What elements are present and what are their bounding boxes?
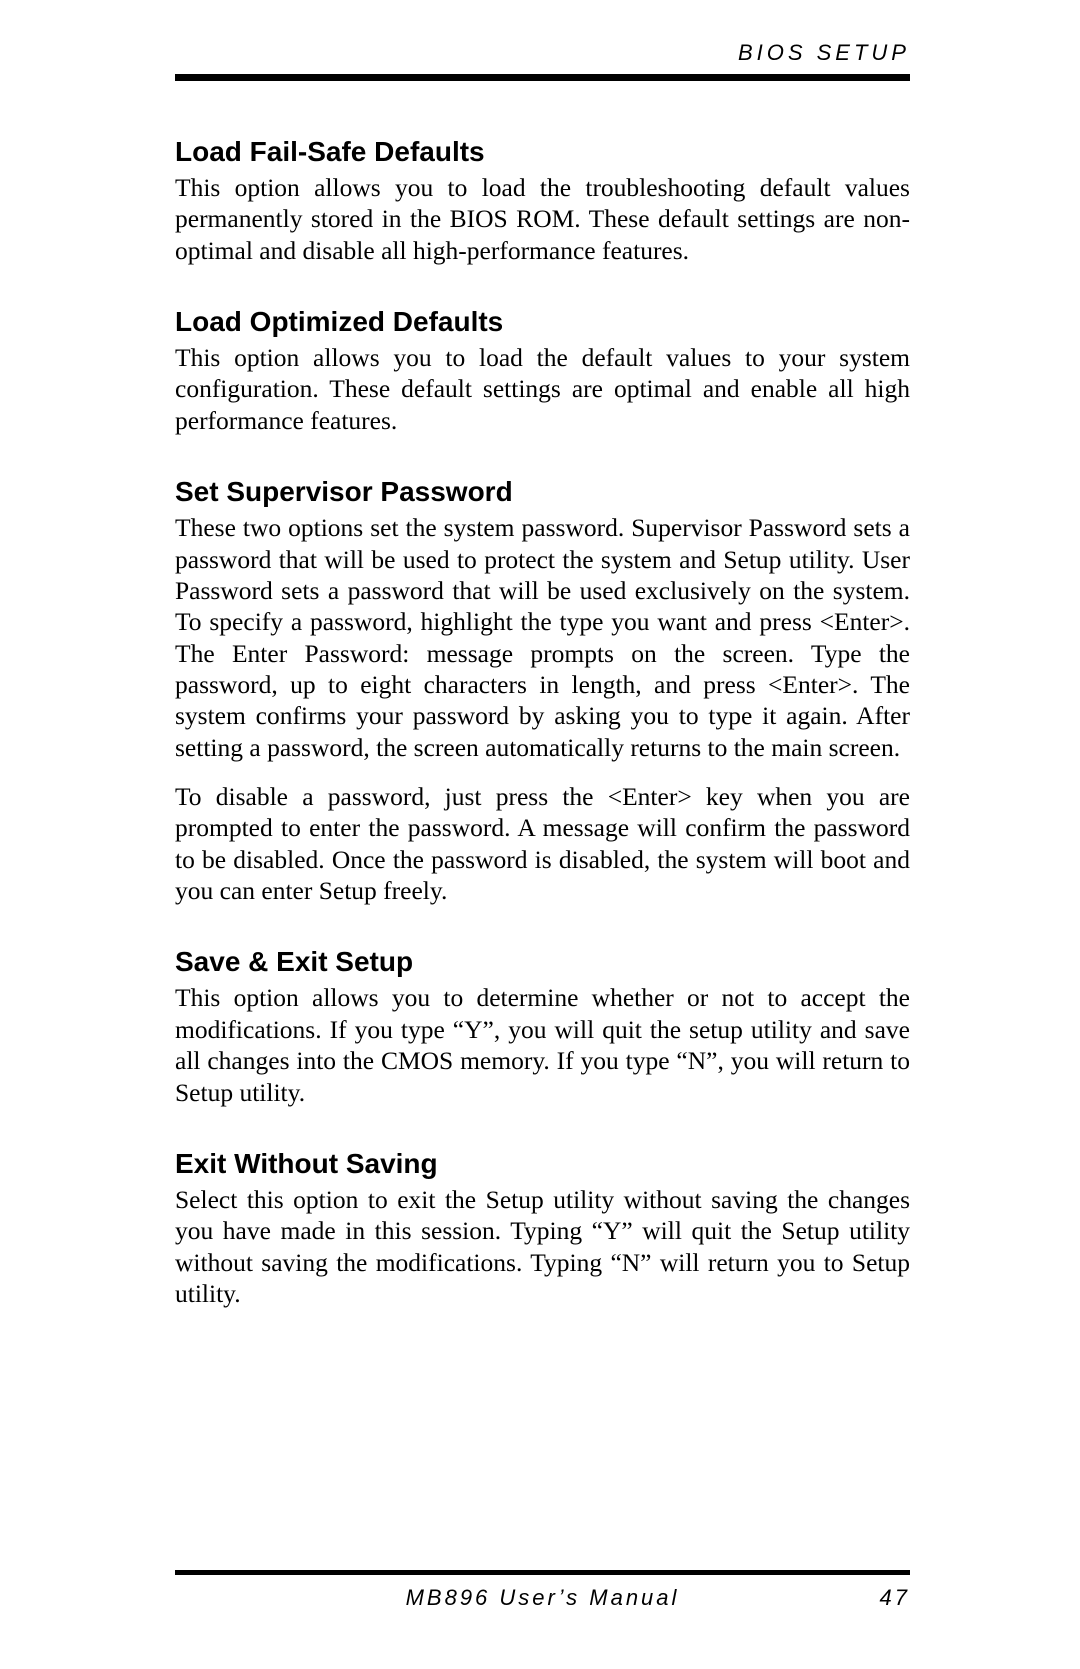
- section-heading: Load Optimized Defaults: [175, 306, 910, 338]
- section-exit-without-saving: Exit Without Saving Select this option t…: [175, 1148, 910, 1309]
- section-heading: Save & Exit Setup: [175, 946, 910, 978]
- body-paragraph: These two options set the system passwor…: [175, 512, 910, 763]
- footer-page-number: 47: [880, 1585, 910, 1611]
- section-heading: Load Fail-Safe Defaults: [175, 136, 910, 168]
- manual-page: BIOS SETUP Load Fail-Safe Defaults This …: [0, 0, 1080, 1669]
- section-set-supervisor-password: Set Supervisor Password These two option…: [175, 476, 910, 906]
- body-paragraph: This option allows you to load the troub…: [175, 172, 910, 266]
- header-title: BIOS SETUP: [175, 40, 910, 66]
- footer-rule: [175, 1570, 910, 1575]
- body-paragraph: This option allows you to determine whet…: [175, 982, 910, 1107]
- body-paragraph: This option allows you to load the defau…: [175, 342, 910, 436]
- body-paragraph: Select this option to exit the Setup uti…: [175, 1184, 910, 1309]
- footer-title: MB896 User’s Manual: [406, 1585, 680, 1610]
- section-save-exit: Save & Exit Setup This option allows you…: [175, 946, 910, 1107]
- section-heading: Set Supervisor Password: [175, 476, 910, 508]
- header-rule: [175, 74, 910, 81]
- footer: MB896 User’s Manual 47: [175, 1570, 910, 1611]
- section-load-fail-safe: Load Fail-Safe Defaults This option allo…: [175, 136, 910, 266]
- section-load-optimized: Load Optimized Defaults This option allo…: [175, 306, 910, 436]
- body-paragraph: To disable a password, just press the <E…: [175, 781, 910, 906]
- section-heading: Exit Without Saving: [175, 1148, 910, 1180]
